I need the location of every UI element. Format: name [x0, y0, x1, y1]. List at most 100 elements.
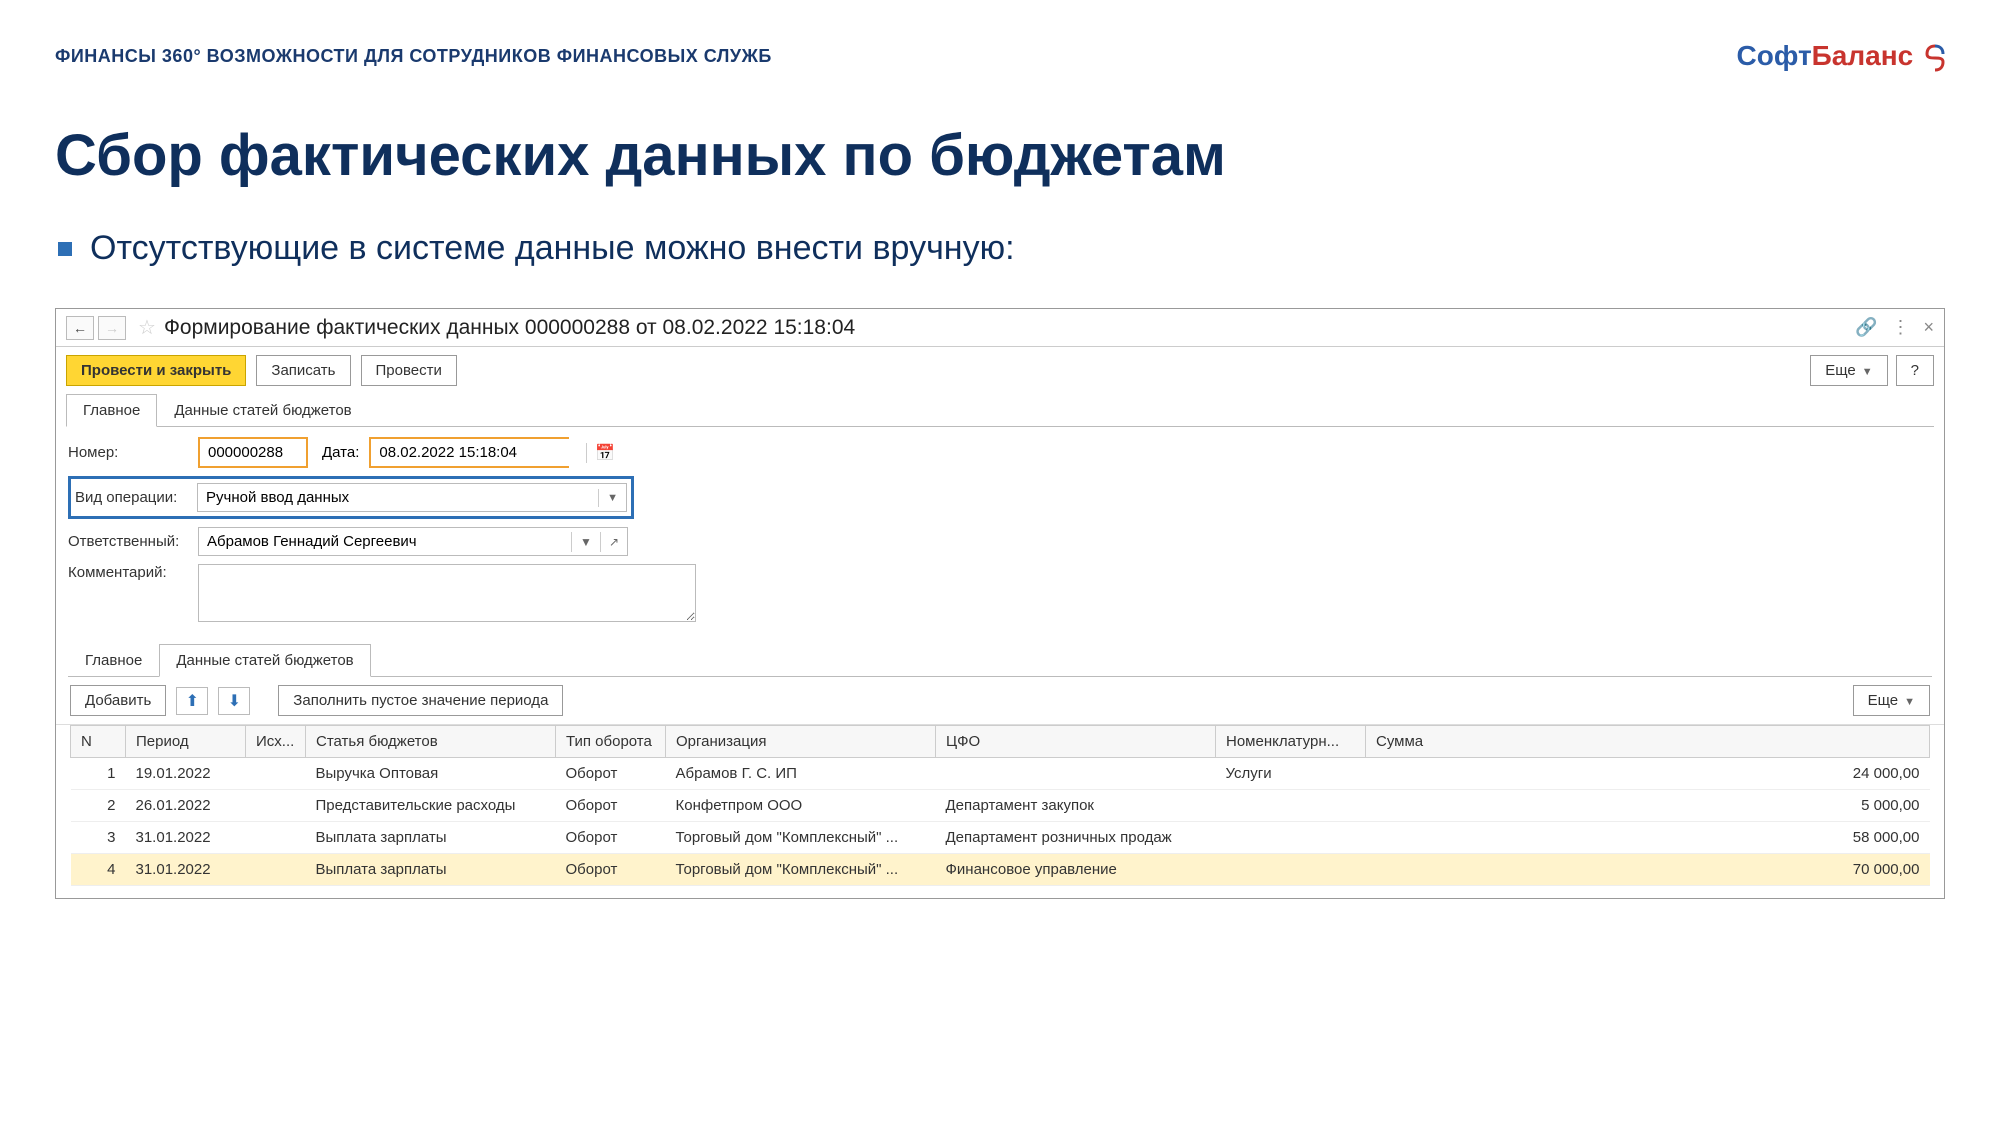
- cell-source: [246, 854, 306, 886]
- sub-toolbar: Добавить ⬆ ⬇ Заполнить пустое значение п…: [56, 677, 1944, 725]
- main-title: Сбор фактических данных по бюджетам: [55, 122, 2000, 189]
- cell-cfo: [936, 758, 1216, 790]
- window-title: Формирование фактических данных 00000028…: [164, 316, 855, 340]
- arrow-up-icon: ⬆: [186, 691, 199, 711]
- responsible-value: Абрамов Геннадий Сергеевич: [199, 528, 571, 555]
- post-button[interactable]: Провести: [361, 355, 457, 386]
- help-button[interactable]: ?: [1896, 355, 1934, 386]
- cell-n: 1: [71, 758, 126, 790]
- th-period[interactable]: Период: [126, 726, 246, 758]
- page-header: ФИНАНСЫ 360° ВОЗМОЖНОСТИ ДЛЯ СОТРУДНИКОВ…: [55, 46, 772, 67]
- cell-article: Выплата зарплаты: [306, 822, 556, 854]
- responsible-dropdown-icon[interactable]: ▼: [571, 532, 600, 552]
- save-button[interactable]: Записать: [256, 355, 350, 386]
- back-button[interactable]: ←: [66, 316, 94, 340]
- cell-sum: 24 000,00: [1366, 758, 1930, 790]
- logo-part2: Баланс: [1812, 40, 1914, 71]
- th-org[interactable]: Организация: [666, 726, 936, 758]
- comment-input[interactable]: [198, 564, 696, 622]
- operation-input[interactable]: Ручной ввод данных ▼: [197, 483, 627, 512]
- close-icon[interactable]: ×: [1923, 317, 1934, 338]
- cell-source: [246, 822, 306, 854]
- budget-table: N Период Исх... Статья бюджетов Тип обор…: [70, 725, 1930, 886]
- operation-value: Ручной ввод данных: [198, 484, 598, 511]
- cell-source: [246, 790, 306, 822]
- link-icon[interactable]: 🔗: [1855, 317, 1877, 338]
- cell-nom: Услуги: [1216, 758, 1366, 790]
- cell-article: Представительские расходы: [306, 790, 556, 822]
- cell-cfo: Финансовое управление: [936, 854, 1216, 886]
- cell-period: 19.01.2022: [126, 758, 246, 790]
- comment-label: Комментарий:: [68, 564, 198, 581]
- cell-nom: [1216, 790, 1366, 822]
- sub-more-button[interactable]: Еще▼: [1853, 685, 1930, 716]
- top-tabs: Главное Данные статей бюджетов: [66, 394, 1934, 427]
- cell-source: [246, 758, 306, 790]
- tab-main[interactable]: Главное: [66, 394, 157, 427]
- th-source[interactable]: Исх...: [246, 726, 306, 758]
- cell-nom: [1216, 822, 1366, 854]
- cell-n: 2: [71, 790, 126, 822]
- cell-period: 31.01.2022: [126, 854, 246, 886]
- cell-org: Абрамов Г. С. ИП: [666, 758, 936, 790]
- cell-sum: 58 000,00: [1366, 822, 1930, 854]
- th-article[interactable]: Статья бюджетов: [306, 726, 556, 758]
- more-button[interactable]: Еще▼: [1810, 355, 1887, 386]
- logo-part1: Софт: [1737, 40, 1812, 71]
- responsible-label: Ответственный:: [68, 533, 198, 550]
- tab-data[interactable]: Данные статей бюджетов: [157, 394, 368, 426]
- cell-type: Оборот: [556, 790, 666, 822]
- cell-type: Оборот: [556, 758, 666, 790]
- cell-org: Конфетпром ООО: [666, 790, 936, 822]
- operation-label: Вид операции:: [75, 489, 197, 506]
- cell-org: Торговый дом "Комплексный" ...: [666, 822, 936, 854]
- toolbar: Провести и закрыть Записать Провести Еще…: [56, 347, 1944, 394]
- cell-nom: [1216, 854, 1366, 886]
- cell-period: 26.01.2022: [126, 790, 246, 822]
- move-up-button[interactable]: ⬆: [176, 687, 208, 715]
- th-type[interactable]: Тип оборота: [556, 726, 666, 758]
- table-row[interactable]: 331.01.2022Выплата зарплатыОборотТорговы…: [71, 822, 1930, 854]
- sub-tabs: Главное Данные статей бюджетов: [68, 644, 1932, 677]
- operation-dropdown-icon[interactable]: ▼: [598, 489, 626, 507]
- cell-n: 3: [71, 822, 126, 854]
- cell-period: 31.01.2022: [126, 822, 246, 854]
- cell-cfo: Департамент закупок: [936, 790, 1216, 822]
- fill-period-button[interactable]: Заполнить пустое значение периода: [278, 685, 563, 716]
- number-label: Номер:: [68, 444, 198, 461]
- date-label: Дата:: [322, 444, 359, 461]
- date-input[interactable]: [371, 439, 586, 466]
- favorite-icon[interactable]: ☆: [138, 315, 156, 340]
- table-row[interactable]: 119.01.2022 Выручка ОптоваяОборотАбрамов …: [71, 758, 1930, 790]
- responsible-input[interactable]: Абрамов Геннадий Сергеевич ▼ ↗: [198, 527, 628, 556]
- cell-sum: 5 000,00: [1366, 790, 1930, 822]
- th-sum[interactable]: Сумма: [1366, 726, 1930, 758]
- cell-type: Оборот: [556, 854, 666, 886]
- more-icon[interactable]: ⋮: [1891, 317, 1909, 338]
- subtab-data[interactable]: Данные статей бюджетов: [159, 644, 370, 677]
- bullet-text: Отсутствующие в системе данные можно вне…: [90, 229, 1015, 268]
- cell-org: Торговый дом "Комплексный" ...: [666, 854, 936, 886]
- logo: СофтБаланс: [1737, 40, 1946, 72]
- number-input[interactable]: [198, 437, 308, 468]
- add-button[interactable]: Добавить: [70, 685, 166, 716]
- post-close-button[interactable]: Провести и закрыть: [66, 355, 246, 386]
- responsible-open-icon[interactable]: ↗: [600, 532, 627, 552]
- operation-row: Вид операции: Ручной ввод данных ▼: [68, 476, 634, 519]
- cell-article: Выплата зарплаты: [306, 854, 556, 886]
- forward-button[interactable]: →: [98, 316, 126, 340]
- cell-n: 4: [71, 854, 126, 886]
- calendar-icon[interactable]: 📅: [586, 443, 623, 463]
- cell-sum: 70 000,00: [1366, 854, 1930, 886]
- subtab-main[interactable]: Главное: [68, 644, 159, 676]
- th-n[interactable]: N: [71, 726, 126, 758]
- arrow-down-icon: ⬇: [228, 691, 241, 711]
- th-nom[interactable]: Номенклатурн...: [1216, 726, 1366, 758]
- cell-cfo: Департамент розничных продаж: [936, 822, 1216, 854]
- move-down-button[interactable]: ⬇: [218, 687, 250, 715]
- date-input-wrapper: 📅: [369, 437, 569, 468]
- th-cfo[interactable]: ЦФО: [936, 726, 1216, 758]
- cell-article: Выручка Оптовая: [306, 758, 556, 790]
- table-row[interactable]: 226.01.2022 Представительские расходыОбор…: [71, 790, 1930, 822]
- table-row[interactable]: 431.01.2022 Выплата зарплатыОборотТорговы…: [71, 854, 1930, 886]
